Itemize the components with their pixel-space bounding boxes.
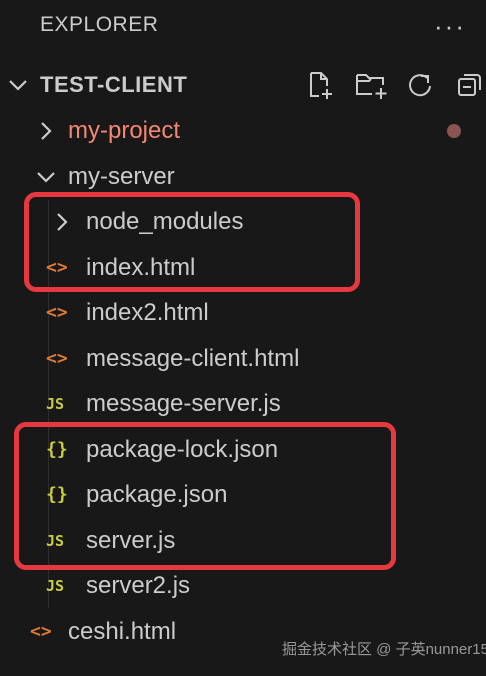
tree-item-label: message-client.html bbox=[86, 345, 300, 372]
refresh-icon bbox=[409, 74, 431, 97]
tree-item-message-server-js[interactable]: JS message-server.js bbox=[0, 381, 486, 427]
new-folder-icon bbox=[356, 74, 387, 99]
tree-item-label: my-project bbox=[68, 117, 181, 144]
highlight-box-bottom bbox=[14, 422, 396, 570]
chevron-right-icon bbox=[41, 122, 52, 140]
explorer-header: EXPLORER ··· bbox=[0, 0, 486, 54]
new-folder-button[interactable] bbox=[350, 65, 390, 105]
tree-item-label: my-server bbox=[68, 163, 175, 190]
explorer-title: EXPLORER bbox=[40, 13, 159, 36]
tree-item-index2-html[interactable]: <> index2.html bbox=[0, 290, 486, 336]
tree-item-label: index2.html bbox=[86, 299, 209, 326]
tree-item-message-client-html[interactable]: <> message-client.html bbox=[0, 336, 486, 382]
html-file-icon: <> bbox=[46, 302, 68, 323]
tree-item-label: ceshi.html bbox=[68, 618, 177, 645]
highlight-box-top bbox=[24, 192, 360, 292]
tree-item-label: message-server.js bbox=[86, 390, 281, 417]
new-file-icon bbox=[310, 72, 332, 99]
html-file-icon: <> bbox=[30, 621, 52, 642]
more-actions-icon[interactable]: ··· bbox=[430, 6, 470, 46]
watermark-text: 掘金技术社区 @ 子英nunner15 bbox=[282, 641, 486, 658]
collapse-all-button[interactable] bbox=[450, 65, 486, 105]
workspace-section-header[interactable]: TEST-CLIENT bbox=[0, 62, 486, 108]
js-file-icon: JS bbox=[46, 577, 65, 595]
collapse-all-icon bbox=[458, 74, 481, 96]
modified-dot-icon bbox=[447, 124, 461, 138]
tree-item-my-project[interactable]: my-project bbox=[0, 108, 486, 154]
workspace-title: TEST-CLIENT bbox=[40, 72, 188, 97]
refresh-button[interactable] bbox=[400, 65, 440, 105]
js-file-icon: JS bbox=[46, 395, 65, 413]
new-file-button[interactable] bbox=[300, 65, 340, 105]
chevron-down-icon bbox=[37, 172, 55, 183]
chevron-down-icon bbox=[9, 80, 27, 91]
tree-item-label: server2.js bbox=[86, 572, 191, 599]
html-file-icon: <> bbox=[46, 348, 68, 369]
